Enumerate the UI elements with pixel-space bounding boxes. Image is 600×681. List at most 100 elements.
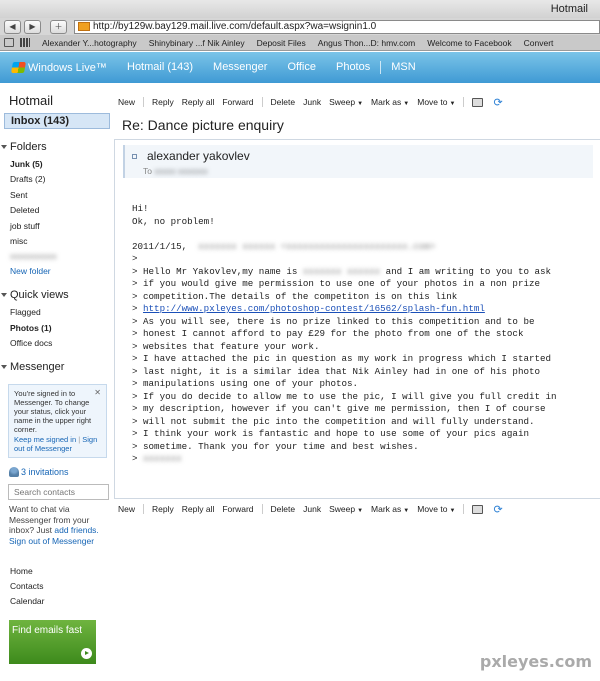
quoted-line: > competition.The details of the competi… bbox=[132, 290, 458, 302]
reply-button[interactable]: Reply bbox=[148, 504, 178, 514]
caret-down-icon: ▼ bbox=[357, 101, 364, 107]
quoted-line: > Hello Mr Yakovlev,my name is bbox=[132, 265, 298, 277]
bookmark-item[interactable]: Shinybinary ...f Nik Ainley bbox=[143, 38, 251, 48]
delete-button[interactable]: Delete bbox=[267, 97, 300, 107]
sidebar-item-flagged[interactable]: Flagged bbox=[10, 307, 41, 317]
bookmark-item[interactable]: Convert bbox=[518, 38, 560, 48]
hotmail-title: Hotmail bbox=[9, 93, 54, 108]
sidebar-item-inbox[interactable]: Inbox (143) bbox=[4, 113, 110, 129]
date-line: 2011/1/15, bbox=[132, 240, 188, 252]
plus-icon[interactable]: ＋ bbox=[50, 19, 67, 34]
nav-office[interactable]: Office bbox=[277, 52, 326, 83]
toolbar-divider bbox=[463, 97, 465, 107]
sidebar-item-office-docs[interactable]: Office docs bbox=[10, 338, 52, 348]
sidebar-item-deleted[interactable]: Deleted bbox=[10, 205, 39, 215]
book-icon[interactable] bbox=[4, 38, 14, 47]
reply-line: Ok, no problem! bbox=[132, 215, 215, 227]
sign-out-messenger-link[interactable]: Sign out of Messenger bbox=[9, 536, 94, 546]
new-folder-link[interactable]: New folder bbox=[10, 266, 51, 276]
contacts-link[interactable]: Contacts bbox=[10, 581, 44, 591]
sidebar-item-junk[interactable]: Junk (5) bbox=[10, 159, 43, 169]
move-to-label: Move to bbox=[417, 504, 448, 514]
home-link[interactable]: Home bbox=[10, 566, 33, 576]
invitations-link[interactable]: 3 invitations bbox=[9, 467, 69, 477]
nav-messenger[interactable]: Messenger bbox=[203, 52, 277, 83]
sidebar-item-redacted[interactable]: xxxxxxxxxxx bbox=[10, 251, 57, 261]
caret-down-icon: ▼ bbox=[357, 508, 364, 514]
promo-text: Find emails fast bbox=[12, 625, 83, 636]
refresh-icon[interactable]: ⟳ bbox=[493, 96, 502, 109]
collapse-triangle-icon bbox=[1, 293, 7, 297]
close-icon[interactable]: ✕ bbox=[94, 388, 101, 397]
grid-icon[interactable] bbox=[20, 38, 30, 47]
address-bar[interactable]: http://by129w.bay129.mail.live.com/defau… bbox=[74, 19, 600, 34]
bookmark-item[interactable]: Alexander Y...hotography bbox=[36, 38, 143, 48]
chat-promo: Want to chat via Messenger from your inb… bbox=[9, 504, 109, 546]
windows-flag-icon bbox=[11, 62, 26, 73]
add-friends-link[interactable]: add friends. bbox=[54, 525, 98, 535]
quoted-line: > my description, however if you can't g… bbox=[132, 403, 546, 414]
move-to-button[interactable]: Move to ▼ bbox=[413, 504, 459, 514]
print-icon[interactable] bbox=[472, 97, 484, 107]
mail-favicon-icon bbox=[78, 22, 90, 31]
keep-signed-in-link[interactable]: Keep me signed in bbox=[14, 435, 76, 444]
sweep-button[interactable]: Sweep ▼ bbox=[325, 97, 367, 107]
forward-button[interactable]: Forward bbox=[218, 97, 257, 107]
contest-link[interactable]: http://www.pxleyes.com/photoshop-contest… bbox=[143, 303, 485, 314]
reply-all-button[interactable]: Reply all bbox=[178, 97, 219, 107]
messenger-title: Messenger bbox=[10, 361, 65, 373]
quoted-line: > I think your work is fantastic and hop… bbox=[132, 428, 529, 439]
nav-photos[interactable]: Photos bbox=[326, 52, 380, 83]
toolbar-divider bbox=[463, 504, 465, 514]
messenger-header[interactable]: Messenger bbox=[1, 361, 65, 373]
search-contacts-input[interactable] bbox=[8, 484, 109, 500]
sidebar-item-job-stuff[interactable]: job stuff bbox=[10, 221, 40, 231]
windows-live-logo[interactable]: Windows Live™ bbox=[0, 62, 117, 74]
move-to-button[interactable]: Move to ▼ bbox=[413, 97, 459, 107]
calendar-link[interactable]: Calendar bbox=[10, 596, 45, 606]
forward-arrow-icon[interactable]: ▶ bbox=[24, 19, 41, 34]
bookmark-item[interactable]: Welcome to Facebook bbox=[421, 38, 517, 48]
quick-views-header[interactable]: Quick views bbox=[1, 289, 69, 301]
invitations-text: 3 invitations bbox=[21, 467, 69, 477]
bookmark-item[interactable]: Angus Thon...D: hmv.com bbox=[312, 38, 421, 48]
sweep-button[interactable]: Sweep ▼ bbox=[325, 504, 367, 514]
new-button[interactable]: New bbox=[114, 504, 139, 514]
junk-button[interactable]: Junk bbox=[299, 504, 325, 514]
sidebar-item-photos[interactable]: Photos (1) bbox=[10, 323, 52, 333]
reply-button[interactable]: Reply bbox=[148, 97, 178, 107]
new-button[interactable]: New bbox=[114, 97, 139, 107]
bookmark-item[interactable]: Deposit Files bbox=[251, 38, 312, 48]
message-toolbar-bottom: New Reply Reply all Forward Delete Junk … bbox=[114, 501, 600, 517]
delete-button[interactable]: Delete bbox=[267, 504, 300, 514]
folders-title: Folders bbox=[10, 141, 47, 153]
brand-text: Windows Live™ bbox=[28, 61, 107, 74]
print-icon[interactable] bbox=[472, 504, 484, 514]
forward-button[interactable]: Forward bbox=[218, 504, 257, 514]
sidebar-item-sent[interactable]: Sent bbox=[10, 190, 28, 200]
folders-header[interactable]: Folders bbox=[1, 141, 47, 153]
quoted-line: > bbox=[132, 253, 138, 264]
mark-as-label: Mark as bbox=[371, 504, 402, 514]
mark-as-button[interactable]: Mark as ▼ bbox=[367, 97, 413, 107]
expand-square-icon[interactable] bbox=[132, 154, 137, 159]
window-title-bar: Hotmail bbox=[0, 0, 600, 18]
sender-name[interactable]: alexander yakovlev bbox=[147, 149, 250, 163]
redacted-sender: xxxxxxx xxxxxx <xxxxxxxxxxxxxxxxxxxxxx.c… bbox=[198, 240, 436, 252]
back-arrow-icon[interactable]: ◀ bbox=[4, 19, 21, 34]
nav-hotmail[interactable]: Hotmail (143) bbox=[117, 52, 203, 83]
mark-as-button[interactable]: Mark as ▼ bbox=[367, 504, 413, 514]
quoted-line: > last night, it is a similar idea that … bbox=[132, 365, 540, 377]
refresh-icon[interactable]: ⟳ bbox=[493, 503, 502, 516]
url-text: http://by129w.bay129.mail.live.com/defau… bbox=[93, 21, 377, 32]
play-icon bbox=[81, 648, 92, 659]
to-label: To bbox=[143, 166, 152, 176]
sidebar-item-misc[interactable]: misc bbox=[10, 236, 27, 246]
nav-msn[interactable]: MSN bbox=[381, 52, 425, 83]
find-emails-promo[interactable]: Find emails fast bbox=[9, 620, 96, 664]
reply-all-button[interactable]: Reply all bbox=[178, 504, 219, 514]
sidebar-item-drafts[interactable]: Drafts (2) bbox=[10, 174, 45, 184]
quoted-line: > will not submit the pic into the compe… bbox=[132, 415, 535, 427]
junk-button[interactable]: Junk bbox=[299, 97, 325, 107]
move-to-label: Move to bbox=[417, 97, 448, 107]
